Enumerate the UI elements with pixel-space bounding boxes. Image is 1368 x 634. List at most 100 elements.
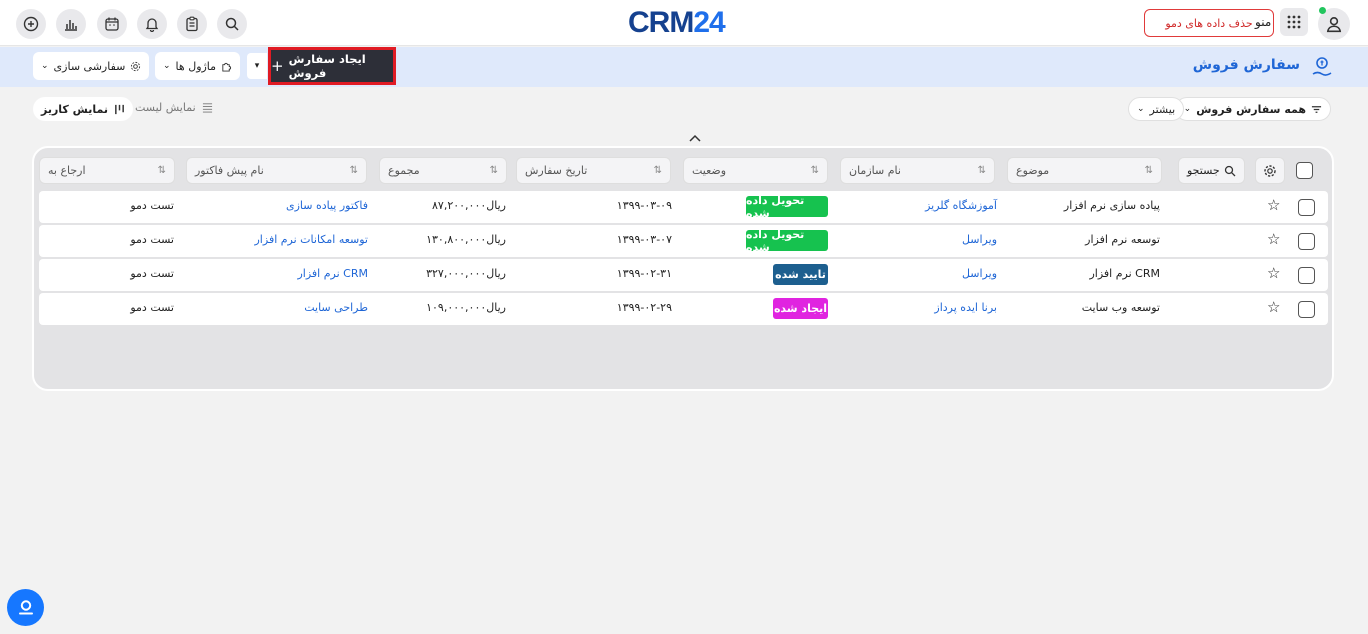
modules-dropdown[interactable]: ⌄ ماژول ها xyxy=(155,52,241,80)
filter-icon xyxy=(1311,105,1322,113)
table-row[interactable]: ☆ توسعه نرم افزار ویراسل تحویل داده شده … xyxy=(39,225,1328,257)
sort-icon[interactable]: ⇅ xyxy=(158,165,166,176)
all-orders-filter[interactable]: ⌄ همه سفارش فروش xyxy=(1174,97,1331,121)
column-label: نام پیش فاکتور xyxy=(195,164,264,177)
kanban-label: نمایش کاریز xyxy=(41,102,108,116)
modules-label: ماژول ها xyxy=(175,59,217,73)
search-icon xyxy=(1224,165,1236,176)
chevron-down-icon: ⌄ xyxy=(1137,104,1145,114)
column-header-total[interactable]: مجموع ⇅ xyxy=(379,157,507,184)
sort-icon[interactable]: ⇅ xyxy=(490,165,498,176)
plus-icon: + xyxy=(271,57,284,75)
support-chat-button[interactable] xyxy=(7,589,44,626)
kanban-view-button[interactable]: نمایش کاریز xyxy=(33,97,133,121)
column-label: مجموع xyxy=(388,164,420,177)
star-icon[interactable]: ☆ xyxy=(1267,230,1280,248)
clipboard-icon[interactable] xyxy=(177,9,207,39)
cell-assigned-to: تست دمو xyxy=(130,267,174,280)
row-checkbox[interactable] xyxy=(1298,267,1315,284)
select-all-checkbox[interactable] xyxy=(1296,162,1313,179)
search-icon[interactable] xyxy=(217,9,247,39)
cell-assigned-to: تست دمو xyxy=(130,301,174,314)
cell-organization[interactable]: برنا ایده پرداز xyxy=(934,301,997,314)
cell-order-date: ۱۳۹۹-۰۲-۲۹ xyxy=(616,301,672,314)
star-icon[interactable]: ☆ xyxy=(1267,264,1280,282)
online-status-dot xyxy=(1319,7,1326,14)
cell-organization[interactable]: ویراسل xyxy=(962,233,997,246)
cell-subject: توسعه وب سایت xyxy=(1081,301,1160,314)
more-filters-dropdown[interactable]: ⌄ بیشتر xyxy=(1128,97,1185,121)
orders-table: جستجو موضوع ⇅ نام سازمان ⇅ وضعیت ⇅ تاریخ… xyxy=(32,146,1334,391)
cell-organization[interactable]: ویراسل xyxy=(962,267,997,280)
column-header-order-date[interactable]: تاریخ سفارش ⇅ xyxy=(516,157,671,184)
filter-label: همه سفارش فروش xyxy=(1196,102,1306,116)
chevron-down-icon: ⌄ xyxy=(163,61,171,71)
menu-label[interactable]: منو xyxy=(1255,15,1271,29)
calendar-icon[interactable] xyxy=(97,9,127,39)
cell-quote-name[interactable]: فاکتور پیاده سازی xyxy=(286,199,368,212)
star-icon[interactable]: ☆ xyxy=(1267,196,1280,214)
column-header-status[interactable]: وضعیت ⇅ xyxy=(683,157,828,184)
add-icon[interactable] xyxy=(16,9,46,39)
more-label: بیشتر xyxy=(1149,102,1176,116)
column-label: تاریخ سفارش xyxy=(525,164,588,177)
cell-quote-name[interactable]: توسعه امکانات نرم افزار xyxy=(255,233,369,246)
search-label: جستجو xyxy=(1187,164,1220,177)
list-view-button[interactable]: نمایش لیست xyxy=(135,101,213,114)
cell-quote-name[interactable]: طراحی سایت xyxy=(304,301,368,314)
cell-total: ۸۷,۲۰۰,۰۰۰ریال xyxy=(432,199,506,212)
column-header-subject[interactable]: موضوع ⇅ xyxy=(1007,157,1162,184)
table-row[interactable]: ☆ توسعه وب سایت برنا ایده پرداز ایجاد شد… xyxy=(39,293,1328,325)
chevron-down-icon: ⌄ xyxy=(41,61,49,71)
sort-icon[interactable]: ⇅ xyxy=(350,165,358,176)
sales-order-icon xyxy=(1312,57,1332,76)
create-button-label: ایجاد سفارش فروش xyxy=(288,52,366,80)
column-label: ارجاع به xyxy=(48,164,86,177)
cell-order-date: ۱۳۹۹-۰۳-۰۷ xyxy=(616,233,672,246)
cell-order-date: ۱۳۹۹-۰۲-۳۱ xyxy=(616,267,672,280)
module-toolbar: سفارش فروش ▾ + ایجاد سفارش فروش ⌄ ماژول … xyxy=(0,47,1368,87)
cell-total: ۳۲۷,۰۰۰,۰۰۰ریال xyxy=(426,267,506,280)
status-badge: ایجاد شده xyxy=(773,298,828,319)
cell-assigned-to: تست دمو xyxy=(130,233,174,246)
column-header-organization[interactable]: نام سازمان ⇅ xyxy=(840,157,995,184)
cell-quote-name[interactable]: نرم افزار CRM xyxy=(297,267,368,280)
cell-subject: نرم افزار CRM xyxy=(1089,267,1160,280)
kanban-icon xyxy=(115,104,124,114)
create-dropdown-toggle[interactable]: ▾ xyxy=(247,53,267,79)
chevron-down-icon: ⌄ xyxy=(1183,104,1192,114)
cell-assigned-to: تست دمو xyxy=(130,199,174,212)
sort-icon[interactable]: ⇅ xyxy=(811,165,819,176)
cell-order-date: ۱۳۹۹-۰۳-۰۹ xyxy=(616,199,672,212)
row-checkbox[interactable] xyxy=(1298,233,1315,250)
list-label: نمایش لیست xyxy=(135,101,196,114)
column-label: وضعیت xyxy=(692,164,727,177)
customize-dropdown[interactable]: ⌄ سفارشی سازی xyxy=(33,52,150,80)
bell-icon[interactable] xyxy=(137,9,167,39)
row-checkbox[interactable] xyxy=(1298,199,1315,216)
reports-icon[interactable] xyxy=(56,9,86,39)
customize-label: سفارشی سازی xyxy=(53,59,126,73)
grid-menu-icon[interactable] xyxy=(1280,8,1308,36)
sort-icon[interactable]: ⇅ xyxy=(1145,165,1153,176)
cell-total: ۱۳۰,۸۰۰,۰۰۰ریال xyxy=(426,233,506,246)
table-settings-icon[interactable] xyxy=(1255,157,1285,184)
star-icon[interactable]: ☆ xyxy=(1267,298,1280,316)
page-title: سفارش فروش xyxy=(1192,57,1300,73)
table-row[interactable]: ☆ پیاده سازی نرم افزار آموزشگاه گلریز تح… xyxy=(39,191,1328,223)
gear-icon xyxy=(131,61,141,71)
column-label: نام سازمان xyxy=(849,164,901,177)
sort-icon[interactable]: ⇅ xyxy=(978,165,986,176)
column-header-assigned-to[interactable]: ارجاع به ⇅ xyxy=(39,157,175,184)
row-checkbox[interactable] xyxy=(1298,301,1315,318)
chat-bot-icon xyxy=(18,599,33,614)
create-sales-order-button[interactable]: + ایجاد سفارش فروش xyxy=(268,47,396,85)
chevron-up-icon[interactable] xyxy=(686,131,704,145)
table-search-button[interactable]: جستجو xyxy=(1178,157,1245,184)
list-icon xyxy=(202,103,212,113)
sort-icon[interactable]: ⇅ xyxy=(654,165,662,176)
table-row[interactable]: ☆ نرم افزار CRM ویراسل تایید شده ۱۳۹۹-۰۲… xyxy=(39,259,1328,291)
puzzle-icon xyxy=(222,62,232,72)
cell-organization[interactable]: آموزشگاه گلریز xyxy=(925,199,997,212)
column-header-quote-name[interactable]: نام پیش فاکتور ⇅ xyxy=(186,157,367,184)
